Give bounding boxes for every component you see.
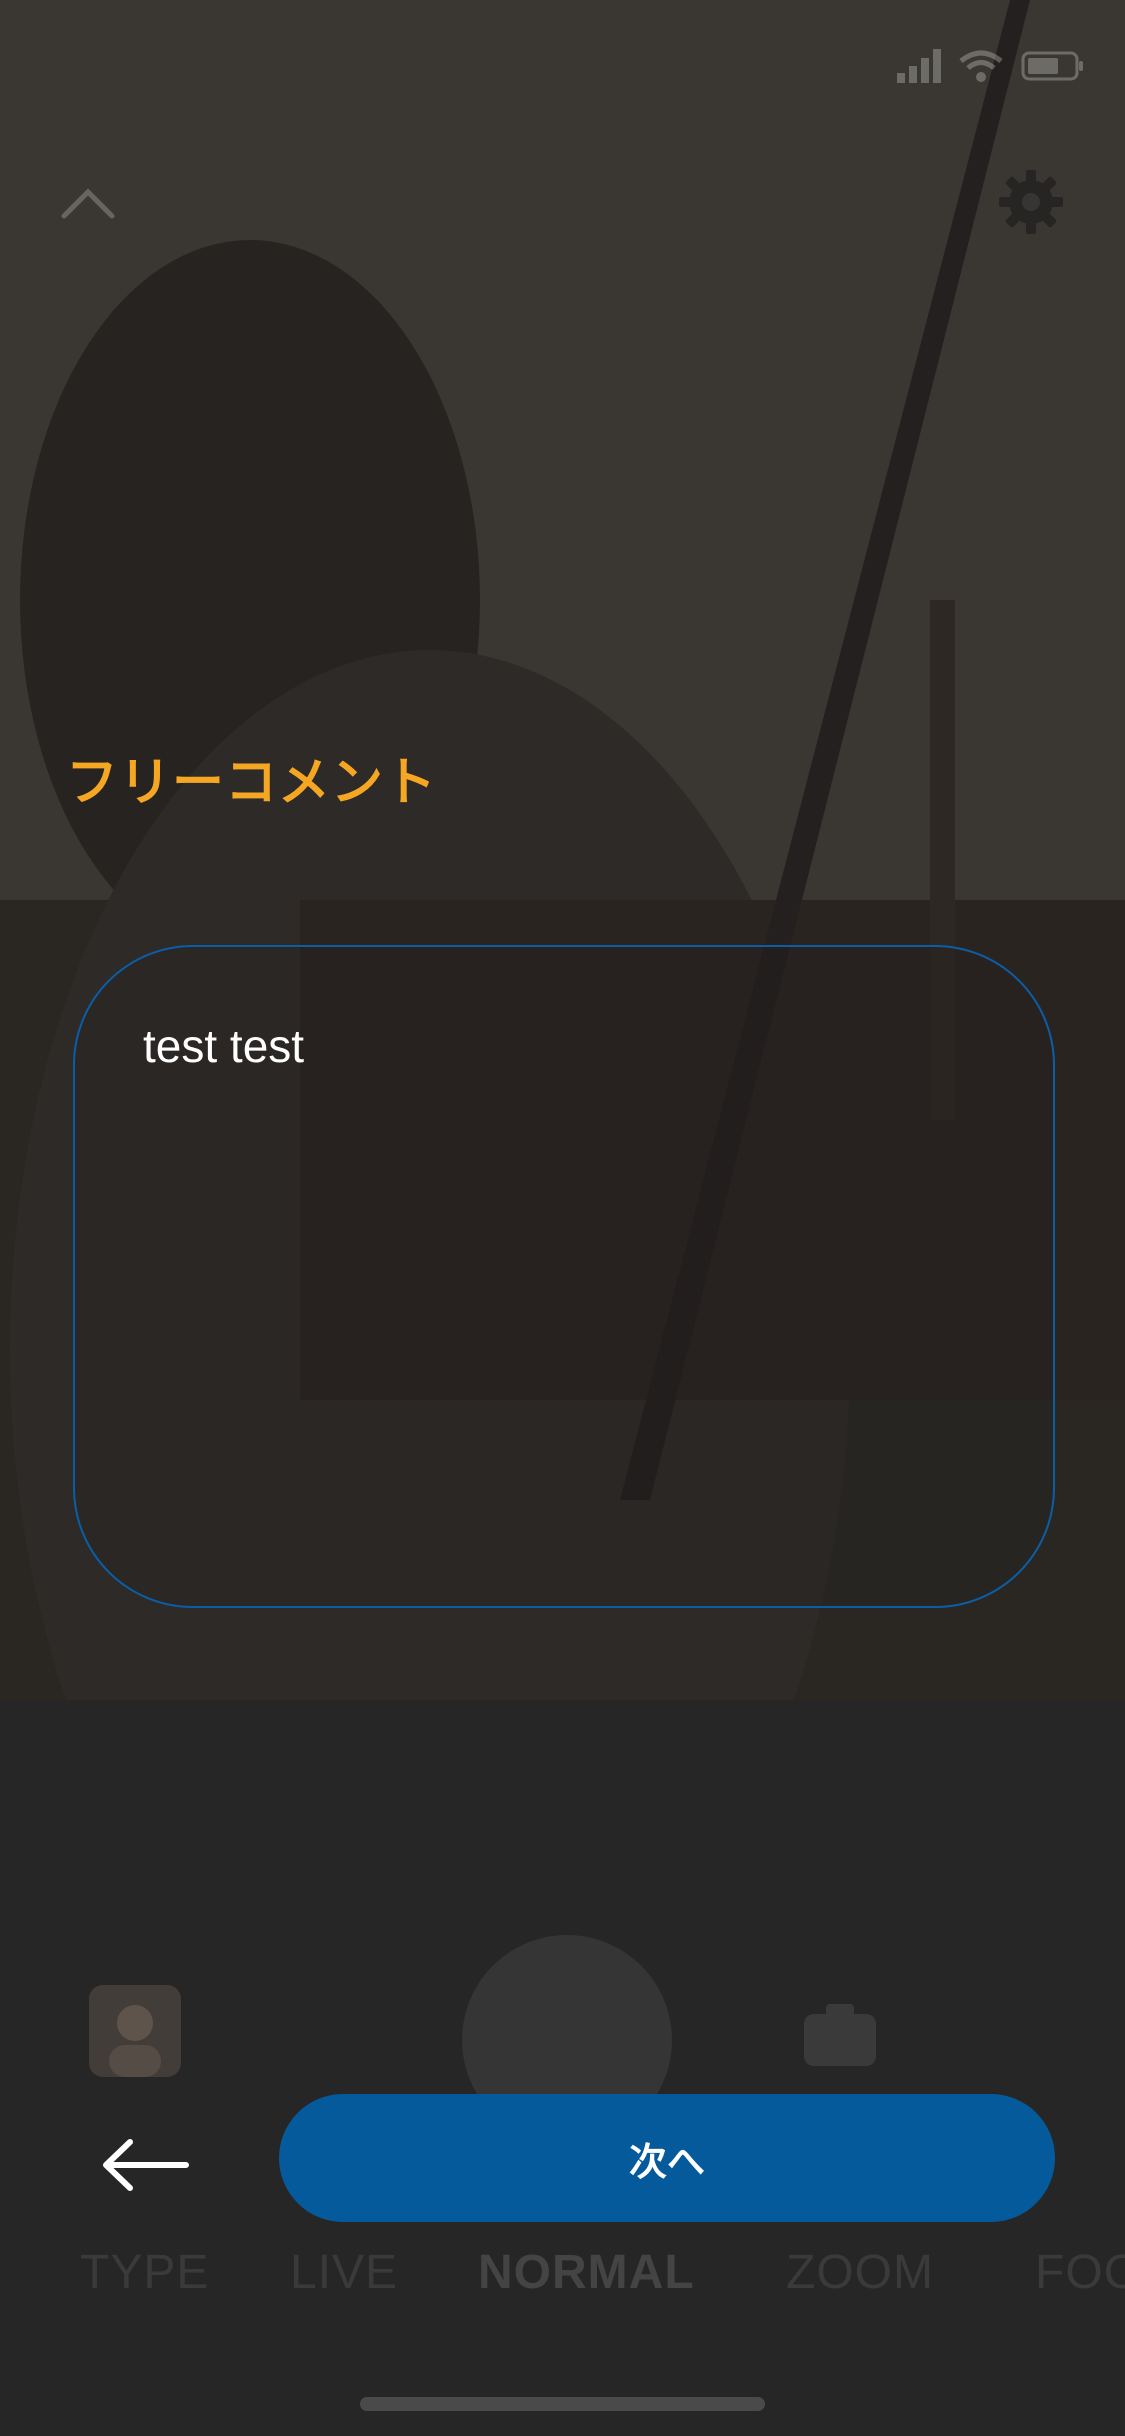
mode-normal[interactable]: NORMAL [478,2245,695,2300]
next-button[interactable]: 次へ [279,2094,1055,2222]
gallery-thumbnail[interactable] [89,1985,181,2077]
chevron-up-icon[interactable] [60,186,116,220]
camera-flip-icon[interactable] [800,2000,880,2070]
signal-icon [897,49,941,83]
back-button[interactable] [96,2130,196,2200]
battery-icon [1021,51,1083,81]
status-bar [845,44,1085,88]
mode-zoom[interactable]: ZOOM [786,2245,934,2300]
mode-type[interactable]: TYPE [80,2245,209,2300]
arrow-left-icon [103,2139,189,2191]
portrait-thumbnail-image [89,1985,181,2077]
camera-mode-bar: TYPE LIVE NORMAL ZOOM FOC [0,2245,1125,2315]
mode-live[interactable]: LIVE [290,2245,398,2300]
wifi-icon [959,50,1003,82]
free-comment-box[interactable]: test test [73,945,1055,1608]
section-title: フリーコメント [66,753,438,813]
mode-focus[interactable]: FOC [1035,2245,1125,2300]
gear-icon[interactable] [997,168,1065,236]
home-indicator[interactable] [360,2397,765,2411]
free-comment-input[interactable]: test test [143,1019,983,1073]
screen: フリーコメント test test 次へ TYPE LIVE NORMAL ZO… [0,0,1125,2436]
